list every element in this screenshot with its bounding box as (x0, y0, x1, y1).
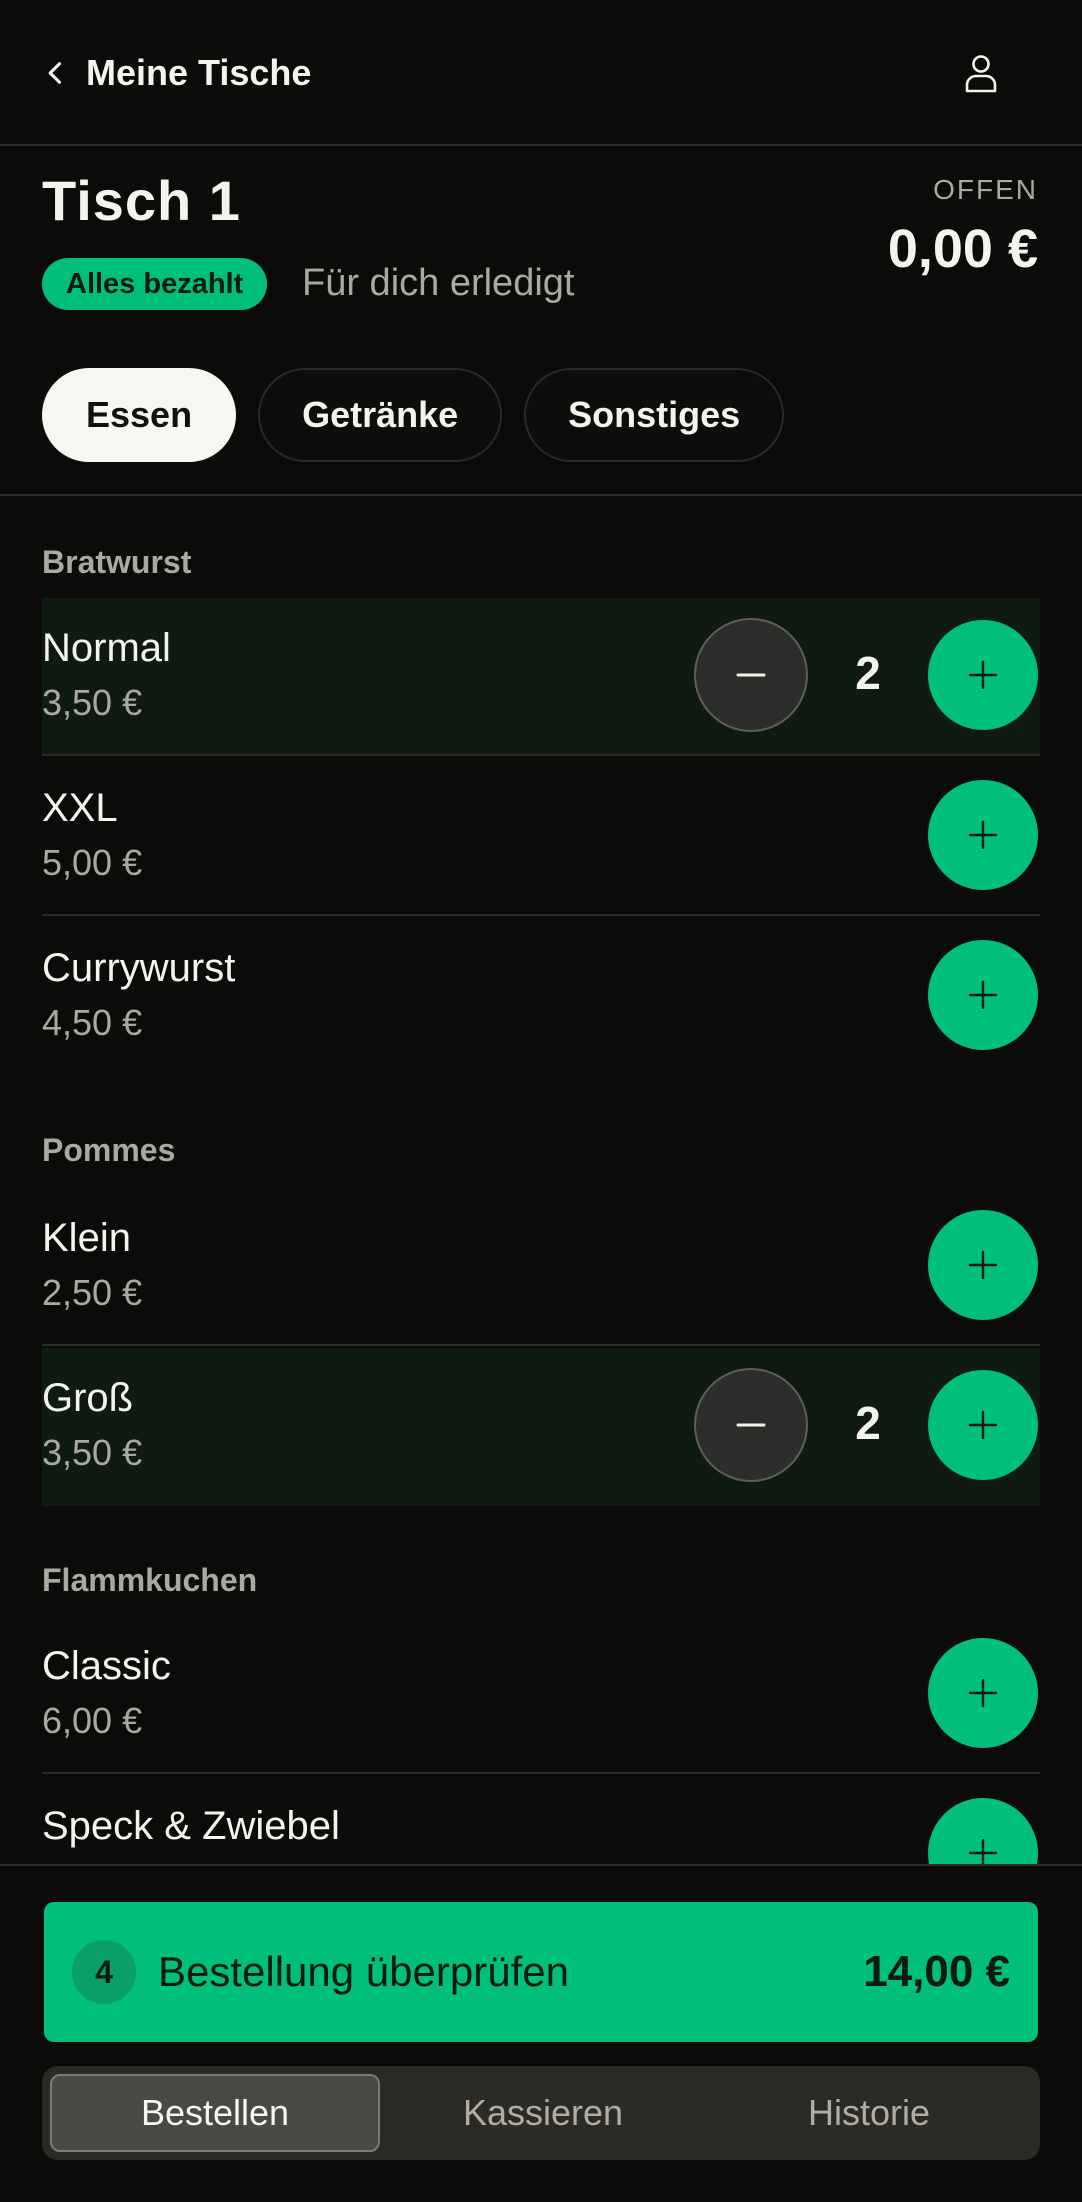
page-title: Tisch 1 (42, 169, 241, 232)
plus-icon (968, 980, 998, 1010)
row-divider (42, 914, 1040, 916)
item-name: Normal (42, 626, 171, 670)
plus-icon (968, 1410, 998, 1440)
list-item: Classic 6,00 € (42, 1616, 1040, 1774)
divider (0, 1864, 1082, 1866)
item-price: 3,50 € (42, 682, 143, 723)
list-item: Currywurst 4,50 € (42, 918, 1040, 1076)
minus-icon (736, 1423, 766, 1427)
item-name: Speck & Zwiebel (42, 1804, 340, 1848)
plus-icon (968, 1250, 998, 1280)
category-tabs: Essen Getränke Sonstiges (42, 368, 785, 462)
open-label: OFFEN (933, 174, 1038, 205)
minus-icon (736, 673, 766, 677)
list-item: Speck & Zwiebel (42, 1776, 1040, 1864)
item-name: Klein (42, 1216, 131, 1260)
list-item: Groß 3,50 € 2 (42, 1348, 1040, 1506)
item-name: Classic (42, 1644, 171, 1688)
status-badge: Alles bezahlt (42, 258, 268, 310)
tab-kassieren[interactable]: Kassieren (380, 2074, 706, 2152)
item-price: 5,00 € (42, 842, 143, 883)
item-price: 4,50 € (42, 1002, 143, 1043)
section-title: Pommes (42, 1132, 176, 1168)
item-quantity: 2 (855, 1397, 881, 1449)
top-bar: Meine Tische (0, 0, 1082, 146)
tab-sonstiges[interactable]: Sonstiges (524, 368, 785, 462)
profile-button[interactable] (956, 48, 1006, 98)
plus-icon (968, 1838, 998, 1864)
add-button[interactable] (928, 1638, 1038, 1748)
row-divider (42, 754, 1040, 756)
review-order-button[interactable]: 4 Bestellung überprüfen 14,00 € (44, 1902, 1038, 2042)
item-name: XXL (42, 786, 118, 830)
tab-historie[interactable]: Historie (706, 2074, 1032, 2152)
item-count-badge: 4 (72, 1940, 136, 2004)
list-item: Klein 2,50 € (42, 1188, 1040, 1346)
section-title: Flammkuchen (42, 1562, 258, 1598)
row-divider (42, 1344, 1040, 1346)
item-quantity: 2 (855, 647, 881, 699)
section-title: Bratwurst (42, 544, 192, 580)
add-button[interactable] (928, 780, 1038, 890)
item-price: 6,00 € (42, 1700, 143, 1741)
menu-list[interactable]: Bratwurst Normal 3,50 € 2 XXL 5,00 € Cur… (0, 496, 1082, 1864)
plus-icon (968, 660, 998, 690)
chevron-left-icon (48, 62, 62, 84)
user-icon (965, 55, 997, 93)
item-price: 3,50 € (42, 1432, 143, 1473)
tab-getraenke[interactable]: Getränke (258, 368, 503, 462)
mode-switcher: Bestellen Kassieren Historie (42, 2066, 1040, 2160)
decrement-button[interactable] (694, 1368, 808, 1482)
back-label: Meine Tische (86, 52, 312, 93)
list-item: Normal 3,50 € 2 (42, 598, 1040, 756)
open-amount: 0,00 € (887, 219, 1038, 279)
back-button[interactable]: Meine Tische (42, 48, 311, 98)
add-button[interactable] (928, 1798, 1038, 1864)
row-divider (42, 1772, 1040, 1774)
add-button[interactable] (928, 940, 1038, 1050)
plus-icon (968, 1678, 998, 1708)
review-label: Bestellung überprüfen (158, 1948, 569, 1995)
list-item: XXL 5,00 € (42, 758, 1040, 916)
plus-icon (968, 820, 998, 850)
tab-bestellen[interactable]: Bestellen (50, 2074, 380, 2152)
decrement-button[interactable] (694, 618, 808, 732)
increment-button[interactable] (928, 1370, 1038, 1480)
item-name: Groß (42, 1376, 134, 1420)
increment-button[interactable] (928, 620, 1038, 730)
order-total: 14,00 € (863, 1947, 1010, 1996)
tab-essen[interactable]: Essen (42, 368, 237, 462)
item-name: Currywurst (42, 946, 236, 990)
item-price: 2,50 € (42, 1272, 143, 1313)
add-button[interactable] (928, 1210, 1038, 1320)
status-text: Für dich erledigt (302, 262, 575, 304)
